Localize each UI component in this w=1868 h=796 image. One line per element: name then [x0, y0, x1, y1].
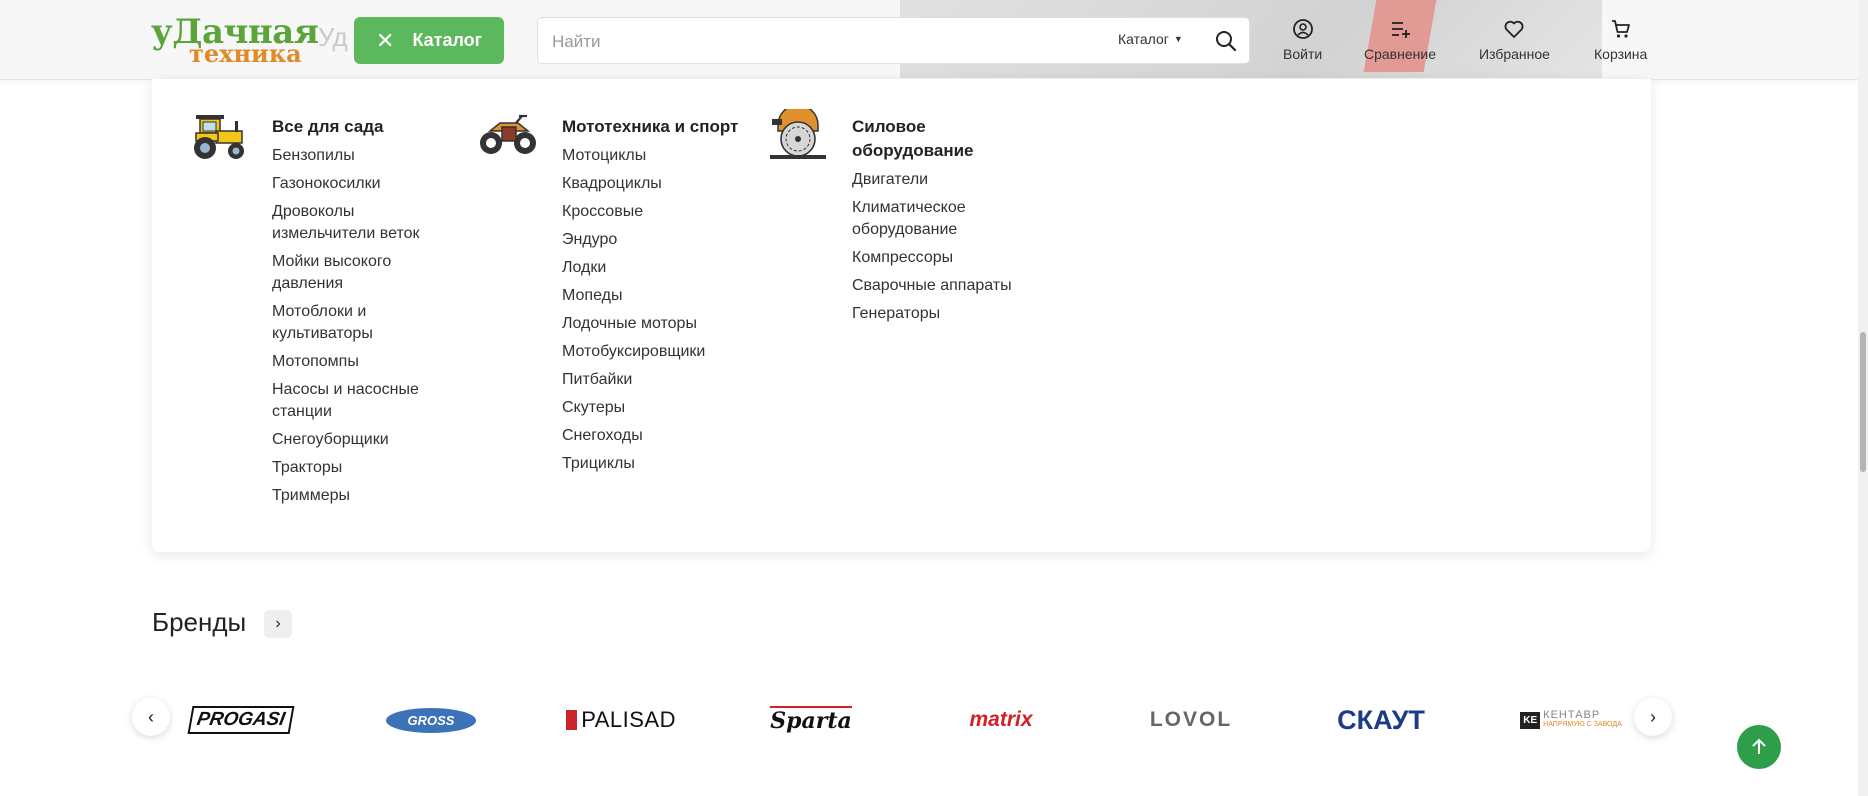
atv-icon: [480, 114, 536, 154]
brand-name: matrix: [969, 708, 1033, 731]
catalog-link[interactable]: Бензопилы: [272, 145, 447, 167]
brand-logo-palisad[interactable]: PALISAD: [566, 700, 676, 740]
carousel-next-button[interactable]: ›: [1634, 698, 1672, 736]
login-label: Войти: [1283, 46, 1323, 62]
arrow-up-icon: [1752, 738, 1766, 754]
brand-badge: KE: [1520, 711, 1541, 729]
close-icon: ✕: [376, 27, 395, 53]
user-icon: [1292, 19, 1313, 39]
catalog-dropdown-menu: Все для сада Бензопилы Газонокосилки Дро…: [152, 79, 1651, 552]
heart-icon: [1505, 20, 1524, 38]
brand-name: PROGASI: [187, 706, 295, 734]
site-logo[interactable]: уДачная техника: [151, 14, 326, 68]
brand-logo-gross[interactable]: GROSS: [376, 700, 486, 740]
brand-name: LOVOL: [1149, 708, 1233, 731]
circular-saw-icon: [770, 109, 826, 159]
brand-logo-sparta[interactable]: Sparta: [756, 700, 866, 740]
header: Уд ка? уДачная техника ✕ Каталог Каталог…: [0, 0, 1858, 80]
chevron-right-icon: ›: [275, 615, 281, 632]
catalog-column-title[interactable]: Все для сада: [272, 115, 447, 139]
compare-button[interactable]: Сравнение: [1364, 18, 1436, 62]
search-scope-dropdown[interactable]: Каталог ▼: [1118, 31, 1183, 47]
catalog-toggle-button[interactable]: ✕ Каталог: [354, 17, 504, 64]
login-button[interactable]: Войти: [1283, 18, 1322, 62]
scroll-to-top-button[interactable]: [1737, 725, 1781, 769]
catalog-column-title[interactable]: Мототехника и спорт: [562, 115, 752, 139]
search-bar: Каталог ▼: [537, 17, 1250, 64]
brand-logo-kentavr[interactable]: KE КЕНТАВР НАПРЯМУЮ С ЗАВОДА: [1516, 700, 1626, 740]
brands-more-button[interactable]: ›: [264, 610, 292, 638]
favorites-label: Избранное: [1479, 46, 1550, 62]
catalog-link[interactable]: Лодочные моторы: [562, 313, 752, 335]
catalog-column-power: Силовое оборудование Двигатели Климатиче…: [770, 109, 1027, 331]
catalog-link[interactable]: Квадроциклы: [562, 173, 752, 195]
brand-icon: [566, 710, 578, 730]
caret-down-icon: ▼: [1173, 34, 1183, 44]
brand-tagline: НАПРЯМУЮ С ЗАВОДА: [1543, 721, 1622, 728]
catalog-column-garden: Все для сада Бензопилы Газонокосилки Дро…: [194, 115, 447, 513]
catalog-link[interactable]: Кроссовые: [562, 201, 752, 223]
chevron-right-icon: ›: [1650, 706, 1656, 727]
compare-icon: [1391, 22, 1410, 38]
catalog-link[interactable]: Мопеды: [562, 285, 752, 307]
catalog-link[interactable]: Тракторы: [272, 457, 447, 479]
catalog-link[interactable]: Трициклы: [562, 453, 752, 475]
carousel-prev-button[interactable]: ‹: [132, 698, 170, 736]
brand-name: КЕНТАВР: [1543, 709, 1601, 721]
compare-label: Сравнение: [1364, 46, 1436, 62]
catalog-link[interactable]: Сварочные аппараты: [852, 275, 1027, 297]
brand-logo-matrix[interactable]: matrix: [946, 700, 1056, 740]
catalog-link[interactable]: Питбайки: [562, 369, 752, 391]
catalog-link[interactable]: Мотоциклы: [562, 145, 752, 167]
logo-line-2: техника: [189, 39, 302, 68]
catalog-link[interactable]: Снегоуборщики: [272, 429, 447, 451]
search-icon[interactable]: [1214, 29, 1238, 53]
catalog-button-label: Каталог: [412, 30, 483, 50]
brand-name: PALISAD: [581, 707, 676, 732]
catalog-link[interactable]: Мотопомпы: [272, 351, 447, 373]
cart-label: Корзина: [1594, 46, 1648, 62]
brand-logo-skaut[interactable]: СКАУТ: [1326, 700, 1436, 740]
catalog-link[interactable]: Генераторы: [852, 303, 1027, 325]
catalog-link[interactable]: Климатическое оборудование: [852, 197, 1027, 241]
brand-name: СКАУТ: [1337, 704, 1425, 735]
brand-logo-lovol[interactable]: LOVOL: [1136, 700, 1246, 740]
catalog-column-moto: Мототехника и спорт Мотоциклы Квадроцикл…: [480, 114, 752, 481]
catalog-link[interactable]: Насосы и насосные станции: [272, 379, 447, 423]
catalog-link[interactable]: Компрессоры: [852, 247, 1027, 269]
catalog-link[interactable]: Лодки: [562, 257, 752, 279]
catalog-link[interactable]: Снегоходы: [562, 425, 752, 447]
brand-logo-progasi[interactable]: PROGASI: [186, 700, 296, 740]
scrollbar-thumb[interactable]: [1860, 332, 1866, 472]
brands-heading: Бренды: [152, 607, 247, 637]
catalog-link[interactable]: Эндуро: [562, 229, 752, 251]
catalog-link[interactable]: Газонокосилки: [272, 173, 447, 195]
catalog-link[interactable]: Двигатели: [852, 169, 1027, 191]
catalog-link[interactable]: Дровоколы измельчители веток: [272, 201, 447, 245]
cart-icon: [1611, 20, 1630, 38]
catalog-link[interactable]: Мотобуксировщики: [562, 341, 752, 363]
search-scope-label: Каталог: [1118, 31, 1169, 47]
search-input[interactable]: [550, 28, 1094, 56]
catalog-link[interactable]: Мотоблоки и культиваторы: [272, 301, 447, 345]
chevron-left-icon: ‹: [148, 706, 154, 727]
catalog-link[interactable]: Мойки высокого давления: [272, 251, 447, 295]
catalog-link[interactable]: Триммеры: [272, 485, 447, 507]
catalog-link[interactable]: Скутеры: [562, 397, 752, 419]
favorites-button[interactable]: Избранное: [1479, 18, 1550, 62]
cart-button[interactable]: Корзина: [1594, 18, 1647, 62]
brand-name: Sparta: [770, 706, 852, 734]
page-scrollbar[interactable]: [1858, 0, 1868, 796]
brand-name: GROSS: [385, 707, 477, 733]
catalog-column-title[interactable]: Силовое оборудование: [852, 115, 1027, 163]
tractor-icon: [194, 115, 244, 159]
